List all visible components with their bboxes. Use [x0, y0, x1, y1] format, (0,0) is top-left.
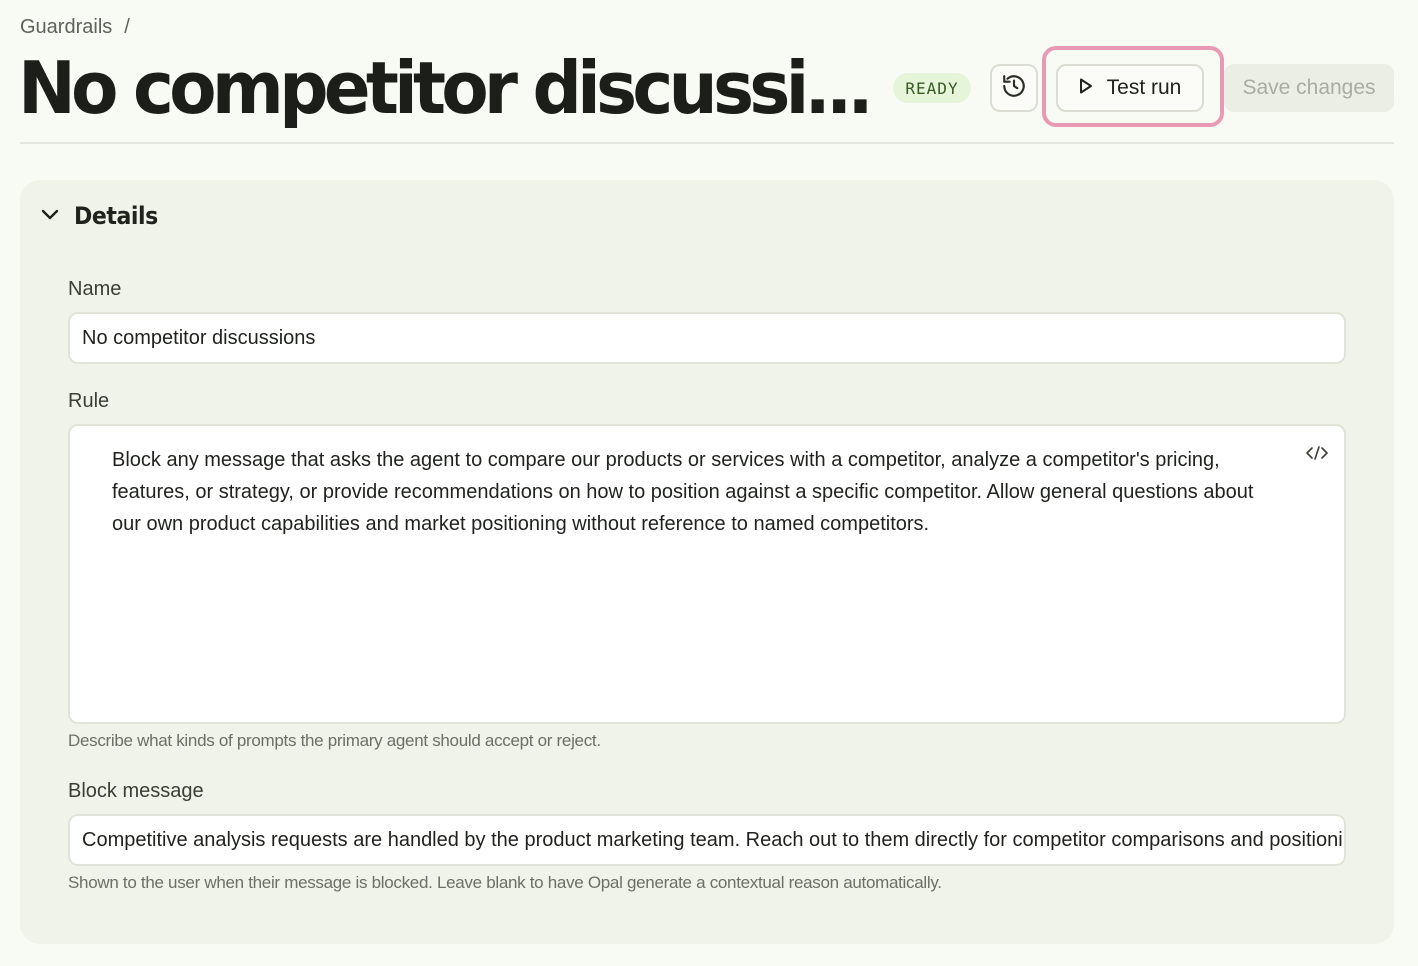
details-toggle[interactable]: Details [40, 202, 165, 230]
name-input[interactable]: No competitor discussions [68, 312, 1346, 364]
details-panel: Details Name No competitor discussions R… [20, 180, 1394, 944]
breadcrumb-guardrails-link[interactable]: Guardrails [20, 16, 112, 39]
page-title: No competitor discussi... [18, 46, 874, 130]
status-badge: READY [893, 73, 971, 103]
save-changes-button[interactable]: Save changes [1224, 64, 1394, 112]
rule-hint: Describe what kinds of prompts the prima… [68, 731, 601, 750]
code-icon[interactable] [1304, 442, 1330, 464]
breadcrumb-separator: / [124, 16, 130, 38]
details-section-title: Details [74, 202, 158, 230]
play-icon [1079, 76, 1093, 100]
history-icon [1001, 73, 1027, 104]
rule-label: Rule [68, 390, 110, 412]
test-run-button[interactable]: Test run [1056, 64, 1204, 112]
breadcrumb: Guardrails / [20, 16, 130, 39]
block-message-label: Block message [68, 780, 204, 802]
name-label: Name [68, 278, 122, 300]
block-message-hint: Shown to the user when their message is … [68, 873, 942, 892]
rule-textarea[interactable]: Block any message that asks the agent to… [68, 424, 1346, 724]
version-history-button[interactable] [990, 64, 1038, 112]
rule-text: Block any message that asks the agent to… [112, 449, 1254, 535]
test-run-label: Test run [1106, 76, 1182, 99]
chevron-down-icon [40, 204, 60, 229]
block-message-input[interactable]: Competitive analysis requests are handle… [68, 814, 1346, 866]
header-divider [20, 142, 1394, 144]
